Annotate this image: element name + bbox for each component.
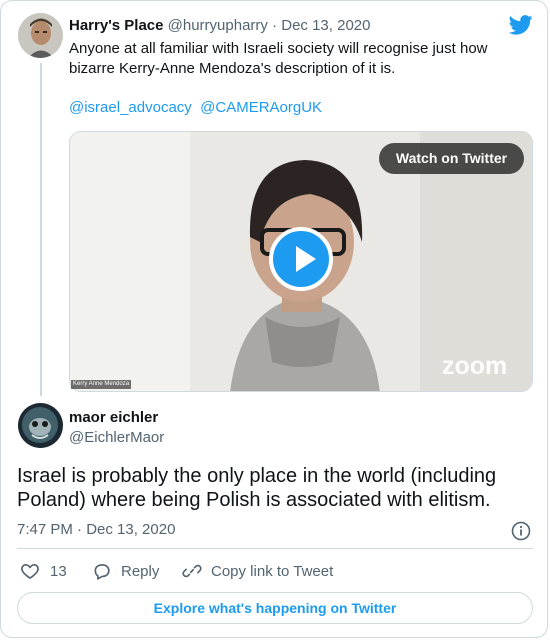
avatar-harrys-place[interactable] [18,13,63,58]
reply-button[interactable]: Reply [92,561,159,581]
tweet2-timestamp[interactable]: 7:47 PM · Dec 13, 2020 [17,521,175,538]
info-icon[interactable] [511,521,531,541]
copy-link-button[interactable]: Copy link to Tweet [182,561,333,581]
tweet1-handle[interactable]: @hurryupharry [168,17,268,34]
mention-cameraorguk[interactable]: @CAMERAorgUK [200,99,322,116]
tweet1-date[interactable]: Dec 13, 2020 [281,17,370,34]
tweet1-display-name[interactable]: Harry's Place [69,17,163,34]
twitter-bird-icon[interactable] [508,15,533,35]
tweet2-header: maor eichler @EichlerMaor [69,409,164,446]
tweet2-handle[interactable]: @EichlerMaor [69,429,164,446]
tweet1-text-line1: Anyone at all familiar with Israeli soci… [69,40,488,57]
avatar-harrys-place-image [18,13,63,58]
video-caption: Kerry Anne Mendoza [71,380,132,389]
thread-line [40,63,42,396]
explore-twitter-button[interactable]: Explore what's happening on Twitter [17,592,533,624]
tweet1-header: Harry's Place @hurryupharry · Dec 13, 20… [69,17,370,34]
timestamp-divider [17,548,533,549]
like-count: 13 [50,562,67,580]
heart-icon [21,564,39,580]
tweet2-text-line1: Israel is probably the only place in the… [17,465,497,487]
tweet2-text: Israel is probably the only place in the… [17,464,537,512]
tweet1-mentions: @israel_advocacy @CAMERAorgUK [69,99,322,116]
reply-icon [94,564,110,580]
tweet2-display-name[interactable]: maor eichler [69,409,164,426]
copy-link-label: Copy link to Tweet [211,562,334,580]
link-icon [182,564,202,578]
like-button[interactable]: 13 [20,561,67,581]
avatar-maor-eichler-image [18,403,63,448]
tweet1-text-line2: bizarre Kerry-Anne Mendoza's description… [69,60,396,77]
avatar-maor-eichler[interactable] [18,403,63,448]
zoom-watermark: zoom [442,352,508,380]
tweet1-separator: · [272,17,278,34]
play-icon[interactable] [269,227,333,291]
tweet2-text-line2: Poland) where being Polish is associated… [17,489,491,511]
watch-on-twitter-button[interactable]: Watch on Twitter [379,143,524,174]
reply-label: Reply [121,562,160,580]
mention-israel-advocacy[interactable]: @israel_advocacy [69,99,192,116]
tweet1-text: Anyone at all familiar with Israeli soci… [69,39,488,79]
